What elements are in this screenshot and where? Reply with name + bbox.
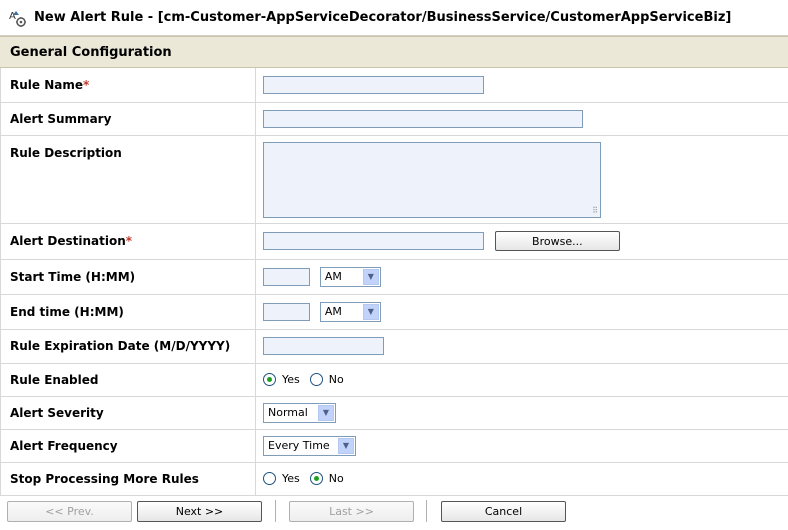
end-time-input[interactable] [263,302,310,321]
rule-enabled-no-radio[interactable] [309,373,323,386]
start-time-ampm-value: AM [324,270,342,283]
wizard-footer: << Prev. Next >> Last >> Cancel [0,496,788,530]
stop-processing-label: Stop Processing More Rules [0,462,256,496]
prev-button[interactable]: << Prev. [7,501,132,522]
stop-processing-no-radio[interactable] [309,472,323,485]
start-time-ampm-select[interactable]: AM ▼ [319,266,381,287]
start-time-label: Start Time (H:MM) [0,259,256,295]
rule-enabled-yes-label: Yes [282,373,300,386]
rule-enabled-yes-radio[interactable] [263,373,276,386]
expiration-label: Rule Expiration Date (M/D/YYYY) [0,329,256,364]
stop-processing-yes-radio[interactable] [263,472,276,485]
last-button[interactable]: Last >> [289,501,414,522]
alert-severity-label: Alert Severity [0,396,256,430]
resize-grip-icon[interactable]: ⠿ [592,206,598,215]
row-stop-processing: Stop Processing More Rules Yes No [0,462,788,496]
stop-processing-radio-group: Yes No [263,472,788,485]
required-marker: * [83,77,90,92]
rule-description-label: Rule Description [0,135,256,224]
end-time-ampm-select[interactable]: AM ▼ [319,301,381,322]
alert-summary-input[interactable] [263,109,583,128]
rule-name-label: Rule Name* [0,68,256,103]
row-rule-description: Rule Description ⠿ [0,135,788,224]
required-marker: * [125,234,133,248]
expiration-date-input[interactable] [263,337,384,355]
row-alert-severity: Alert Severity Normal ▼ [0,396,788,430]
alert-frequency-value: Every Time [268,439,330,452]
rule-enabled-no-label: No [328,373,344,386]
chevron-down-icon[interactable]: ▼ [362,268,379,285]
end-time-ampm-value: AM [324,305,342,318]
alert-severity-value: Normal [268,406,308,419]
rule-name-input[interactable] [263,75,484,94]
alert-severity-select[interactable]: Normal ▼ [263,402,336,423]
footer-divider [275,500,276,522]
row-alert-frequency: Alert Frequency Every Time ▼ [0,429,788,463]
alert-destination-label: Alert Destination* [0,223,256,260]
end-time-label: End time (H:MM) [0,294,256,330]
alert-rule-icon: A [8,8,28,28]
row-rule-name: Rule Name* [0,68,788,103]
browse-button[interactable]: Browse... [494,231,620,251]
alert-destination-input[interactable] [263,232,484,250]
alert-frequency-select[interactable]: Every Time ▼ [263,435,356,456]
general-configuration-form: Rule Name* Alert Summary Rule Descriptio… [0,68,788,496]
rule-enabled-label: Rule Enabled [0,363,256,397]
row-rule-enabled: Rule Enabled Yes No [0,363,788,397]
section-header: General Configuration [0,36,788,68]
chevron-down-icon[interactable]: ▼ [318,404,334,421]
row-expiration: Rule Expiration Date (M/D/YYYY) [0,329,788,364]
page-title: New Alert Rule - [cm-Customer-AppService… [34,10,732,25]
row-start-time: Start Time (H:MM) AM ▼ [0,259,788,295]
rule-description-textarea[interactable]: ⠿ [263,141,601,218]
row-alert-summary: Alert Summary [0,102,788,136]
alert-summary-label: Alert Summary [0,102,256,136]
row-end-time: End time (H:MM) AM ▼ [0,294,788,330]
stop-processing-no-label: No [328,472,344,485]
footer-divider [426,500,427,522]
chevron-down-icon[interactable]: ▼ [362,303,379,320]
stop-processing-yes-label: Yes [282,472,300,485]
next-button[interactable]: Next >> [137,501,262,522]
rule-enabled-radio-group: Yes No [263,373,788,386]
title-bar: A New Alert Rule - [cm-Customer-AppServi… [0,0,788,36]
alert-frequency-label: Alert Frequency [0,429,256,463]
chevron-down-icon[interactable]: ▼ [338,437,354,454]
cancel-button[interactable]: Cancel [441,501,566,522]
row-alert-destination: Alert Destination* Browse... [0,223,788,260]
start-time-input[interactable] [263,267,310,286]
